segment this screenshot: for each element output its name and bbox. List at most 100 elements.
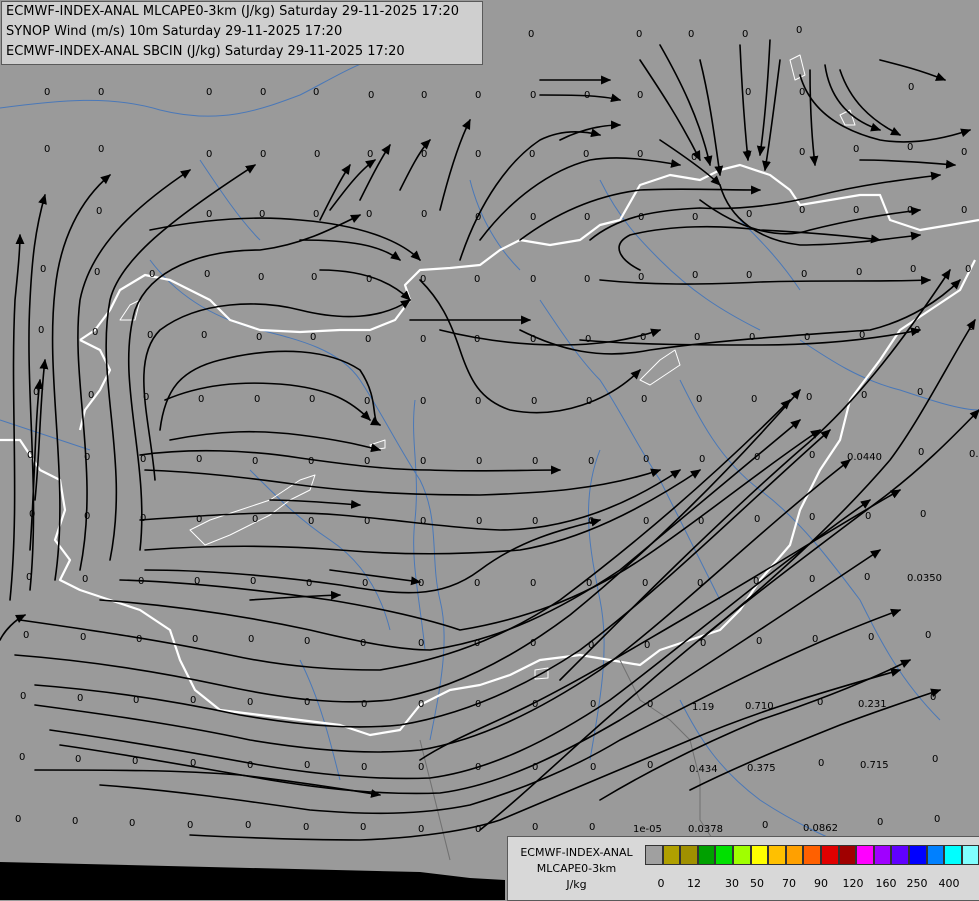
- legend-swatch: [891, 845, 909, 865]
- cape-value-label: 0: [694, 332, 700, 343]
- cape-value-label: 0: [75, 754, 81, 765]
- cape-value-label: 0: [364, 456, 370, 467]
- cape-value-label: 0: [532, 699, 538, 710]
- cape-value-label: 1.19: [692, 702, 714, 713]
- legend-swatch: [750, 845, 769, 865]
- cape-value-label: 0: [20, 691, 26, 702]
- cape-value-label: 0: [796, 25, 802, 36]
- cape-value-label: 0: [260, 149, 266, 160]
- cape-value-label: 0: [590, 762, 596, 773]
- cape-value-label: 0: [418, 762, 424, 773]
- cape-value-label: 0: [27, 450, 33, 461]
- cape-value-label: 0: [367, 149, 373, 160]
- cape-value-label: 0: [80, 632, 86, 643]
- legend-tick-label: 90: [814, 877, 828, 890]
- cape-value-label: 0: [133, 695, 139, 706]
- cape-value-label: 0: [910, 264, 916, 275]
- legend-tick-label: 50: [750, 877, 764, 890]
- cape-value-label: 0: [147, 330, 153, 341]
- cape-value-label: 0: [140, 513, 146, 524]
- cape-value-label: 0: [40, 264, 46, 275]
- cape-value-label: 0: [206, 149, 212, 160]
- cape-value-label: 0: [934, 814, 940, 825]
- cape-value-label: 0.434: [689, 764, 718, 775]
- cape-value-label: 0: [306, 578, 312, 589]
- cape-value-label: 0: [584, 274, 590, 285]
- cape-value-label: 0: [250, 576, 256, 587]
- cape-value-label: 0: [745, 149, 751, 160]
- cape-value-label: 0: [129, 818, 135, 829]
- cape-value-label: 0: [638, 212, 644, 223]
- cape-value-label: 0: [421, 149, 427, 160]
- cape-value-label: 0: [696, 394, 702, 405]
- cape-value-label: 0: [256, 332, 262, 343]
- cape-value-label: 0: [530, 578, 536, 589]
- cape-value-label: 0: [647, 699, 653, 710]
- cape-value-label: 0: [925, 630, 931, 641]
- cape-value-label: 0: [749, 332, 755, 343]
- cape-value-label: 0: [88, 390, 94, 401]
- cape-value-label: 0: [303, 822, 309, 833]
- cape-value-label: 0: [965, 264, 971, 275]
- cape-value-label: 0: [84, 452, 90, 463]
- cape-value-label: 0: [532, 822, 538, 833]
- cape-value-label: 0: [529, 149, 535, 160]
- cape-value-label: 0: [698, 516, 704, 527]
- cape-value-label: 0: [77, 693, 83, 704]
- legend-swatch: [645, 845, 663, 865]
- cape-value-label: 0: [362, 578, 368, 589]
- cape-value-label: 0: [907, 142, 913, 153]
- cape-value-label: 0: [799, 147, 805, 158]
- cape-value-label: 0: [914, 325, 920, 336]
- cape-value-label: 0: [259, 209, 265, 220]
- cape-value-label: 0: [532, 762, 538, 773]
- legend-swatch: [856, 845, 874, 865]
- cape-value-label: 0: [360, 822, 366, 833]
- cape-value-label: 0: [818, 758, 824, 769]
- cape-value-label: 0: [532, 516, 538, 527]
- cape-value-label: 0: [92, 327, 98, 338]
- cape-value-label: 0.02: [969, 449, 979, 460]
- cape-value-label: 0: [754, 514, 760, 525]
- title-line-mlcape: ECMWF-INDEX-ANAL MLCAPE0-3km (J/kg) Satu…: [6, 4, 460, 19]
- cape-value-label: 0: [588, 456, 594, 467]
- cape-value-label: 0: [920, 509, 926, 520]
- cape-value-label: 0: [643, 516, 649, 527]
- cape-value-label: 0.710: [745, 701, 774, 712]
- cape-value-label: 0: [584, 90, 590, 101]
- cape-value-label: 0: [961, 205, 967, 216]
- legend-tick-label: 30: [725, 877, 739, 890]
- legend-unit: J/kg: [566, 878, 587, 891]
- cape-value-label: 0: [29, 509, 35, 520]
- cape-value-label: 0: [474, 638, 480, 649]
- cape-value-label: 0: [138, 576, 144, 587]
- cape-value-label: 0: [590, 699, 596, 710]
- cape-value-label: 0: [861, 390, 867, 401]
- cape-value-label: 0: [799, 205, 805, 216]
- cape-value-label: 1e-05: [633, 824, 662, 835]
- cape-value-label: 0: [644, 640, 650, 651]
- cape-value-label: 0: [187, 820, 193, 831]
- cape-value-label: 0: [864, 572, 870, 583]
- cape-value-label: 0: [853, 144, 859, 155]
- cape-value-label: 0: [530, 334, 536, 345]
- cape-value-label: 0: [44, 87, 50, 98]
- cape-value-label: 0: [418, 824, 424, 835]
- cape-value-label: 0: [530, 274, 536, 285]
- cape-value-label: 0: [15, 814, 21, 825]
- legend-swatch: [873, 845, 892, 865]
- cape-value-label: 0: [136, 634, 142, 645]
- cape-value-label: 0: [474, 334, 480, 345]
- legend-tick-label: 12: [687, 877, 701, 890]
- cape-value-label: 0.375: [747, 763, 776, 774]
- legend-swatch: [908, 845, 927, 865]
- legend-swatch: [732, 845, 751, 865]
- cape-value-label: 0: [420, 516, 426, 527]
- cape-value-label: 0: [751, 394, 757, 405]
- map-title-box: ECMWF-INDEX-ANAL MLCAPE0-3km (J/kg) Satu…: [1, 1, 483, 65]
- cape-value-label: 0: [588, 640, 594, 651]
- legend-tick-label: 0: [657, 877, 665, 890]
- cape-value-label: 0: [528, 29, 534, 40]
- cape-value-label: 0: [691, 152, 697, 163]
- cape-value-label: 0: [418, 638, 424, 649]
